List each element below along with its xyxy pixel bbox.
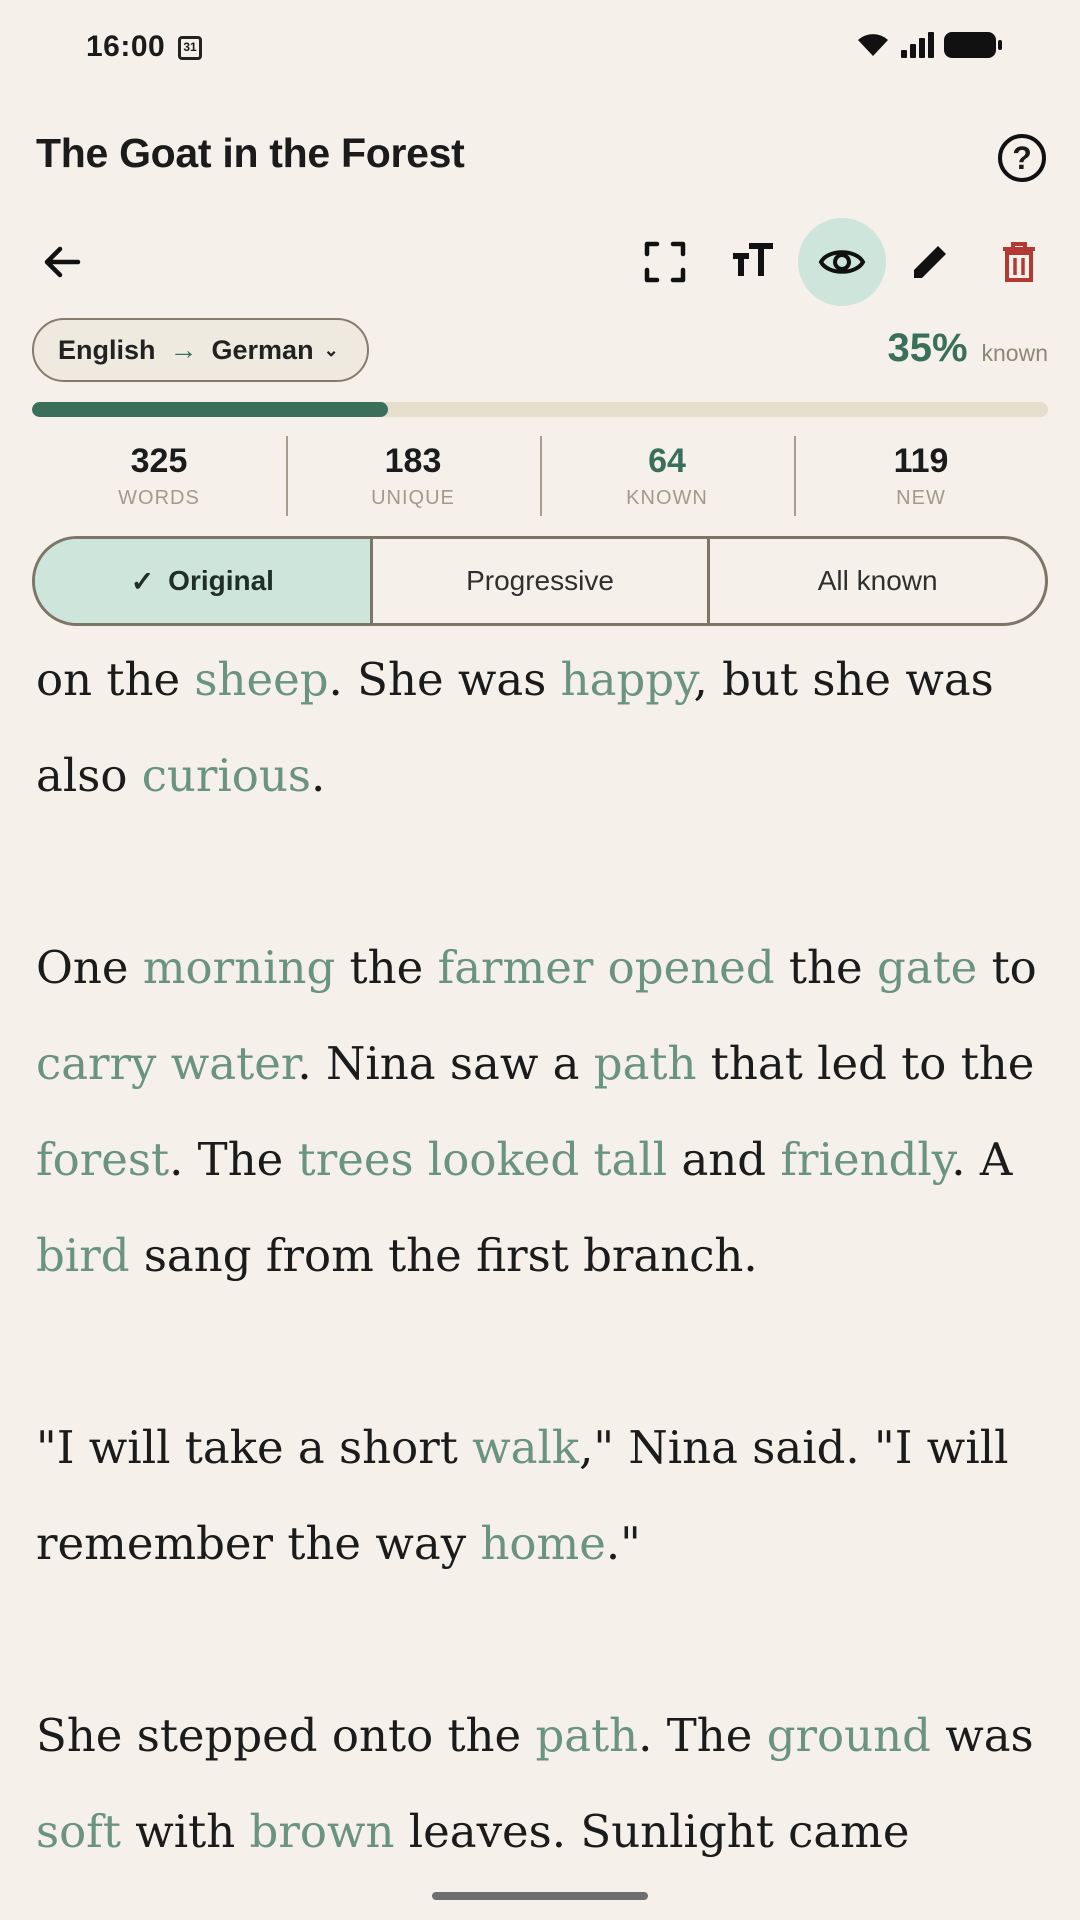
known-word[interactable]: farmer opened — [438, 941, 775, 994]
story-text-run: "I will take a short — [36, 1421, 473, 1474]
story-text-run: was — [930, 1709, 1034, 1762]
story-text-run: . She was — [328, 653, 561, 706]
known-word[interactable]: morning — [143, 941, 335, 994]
word-stats: 325 WORDS 183 UNIQUE 64 KNOWN 119 NEW — [32, 436, 1048, 516]
known-word[interactable]: gate — [877, 941, 977, 994]
known-word[interactable]: sheep — [194, 653, 328, 706]
back-arrow-icon[interactable] — [38, 238, 86, 286]
story-text-run: One — [36, 941, 143, 994]
calendar-icon: 31 — [178, 36, 202, 60]
known-percentage: 35% known — [887, 326, 1048, 371]
gesture-bar[interactable] — [432, 1892, 648, 1900]
stat-unique: 183 UNIQUE — [286, 436, 540, 516]
text-size-icon — [733, 243, 773, 276]
known-progress-bar — [32, 402, 1048, 417]
stat-known-value: 64 — [648, 442, 686, 480]
known-percent-value: 35% — [887, 326, 968, 370]
known-word[interactable]: friendly — [780, 1133, 951, 1186]
known-word[interactable]: ground — [767, 1709, 931, 1762]
known-word[interactable]: carry water — [36, 1037, 297, 1090]
stat-unique-label: UNIQUE — [371, 487, 455, 509]
known-word[interactable]: walk — [472, 1421, 579, 1474]
stat-new: 119 NEW — [794, 436, 1048, 516]
story-text-run: the — [335, 941, 438, 994]
text-size-button[interactable] — [709, 218, 797, 306]
known-progress-fill — [32, 402, 388, 417]
mode-all-known-button[interactable]: All known — [707, 539, 1045, 623]
story-text-run: sang from the first branch. — [129, 1229, 758, 1282]
system-icons — [856, 32, 1002, 58]
reading-mode-selector: ✓ Original Progressive All known — [32, 536, 1048, 626]
stat-known: 64 KNOWN — [540, 436, 794, 516]
story-text-run: . A — [951, 1133, 1013, 1186]
story-paragraph: She stepped onto the path. The ground wa… — [36, 1688, 1046, 1872]
eye-icon — [818, 250, 866, 274]
story-text-run: with — [120, 1805, 250, 1858]
story-text-run: and — [667, 1133, 781, 1186]
story-text-run: . Nina saw a — [297, 1037, 594, 1090]
source-language: English — [58, 334, 156, 365]
mode-all-known-label: All known — [817, 565, 938, 596]
fullscreen-icon — [644, 241, 686, 283]
mode-progressive-button[interactable]: Progressive — [369, 539, 708, 623]
target-language: German — [211, 334, 314, 365]
visibility-toggle-button[interactable] — [798, 218, 886, 306]
story-paragraph: One morning the farmer opened the gate t… — [36, 920, 1046, 1304]
delete-button[interactable] — [975, 218, 1063, 306]
battery-icon — [944, 32, 1002, 58]
stat-words: 325 WORDS — [32, 436, 286, 516]
story-text-run: . — [310, 749, 326, 802]
language-pair-dropdown[interactable]: English → German ⌄ — [32, 318, 369, 382]
story-text-run: that led to the — [696, 1037, 1035, 1090]
story-text-run: She stepped onto the — [36, 1709, 536, 1762]
story-text-run: on the — [36, 653, 195, 706]
story-text-run: the — [774, 941, 877, 994]
stat-new-value: 119 — [893, 442, 949, 480]
story-paragraph: on the sheep. She was happy, but she was… — [36, 632, 1046, 824]
fullscreen-button[interactable] — [621, 218, 709, 306]
edit-button[interactable] — [886, 218, 974, 306]
help-icon[interactable]: ? — [998, 134, 1046, 182]
mode-original-label: Original — [168, 565, 274, 596]
story-text-run: . The — [638, 1709, 767, 1762]
story-paragraph: "I will take a short walk," Nina said. "… — [36, 1400, 1046, 1592]
story-text-run: ." — [605, 1517, 641, 1570]
stat-words-value: 325 — [130, 442, 188, 480]
known-word[interactable]: home — [480, 1517, 605, 1570]
known-word[interactable]: forest — [36, 1133, 169, 1186]
known-word[interactable]: happy — [561, 653, 694, 706]
known-word[interactable]: brown — [250, 1805, 395, 1858]
delete-trash-icon — [1003, 242, 1035, 282]
chevron-down-icon: ⌄ — [323, 339, 339, 360]
check-icon: ✓ — [130, 565, 155, 597]
story-text-run: leaves. Sunlight came — [394, 1805, 910, 1858]
signal-icon — [901, 32, 934, 58]
stat-unique-value: 183 — [384, 442, 442, 480]
wifi-icon — [858, 34, 888, 56]
edit-pencil-icon — [914, 246, 946, 278]
known-word[interactable]: trees looked tall — [298, 1133, 668, 1186]
story-text: on the sheep. She was happy, but she was… — [36, 632, 1046, 1872]
stat-new-label: NEW — [896, 487, 946, 509]
known-percent-label: known — [981, 340, 1048, 366]
page-title: The Goat in the Forest — [36, 130, 465, 176]
known-word[interactable]: soft — [36, 1805, 121, 1858]
story-text-run: to — [977, 941, 1037, 994]
mode-progressive-label: Progressive — [466, 565, 614, 596]
status-bar: 16:00 31 — [0, 0, 1080, 100]
stat-known-label: KNOWN — [626, 487, 708, 509]
known-word[interactable]: path — [594, 1037, 697, 1090]
mode-original-button[interactable]: ✓ Original — [35, 539, 370, 623]
stat-words-label: WORDS — [118, 487, 200, 509]
status-time: 16:00 — [86, 30, 166, 63]
known-word[interactable]: bird — [36, 1229, 130, 1282]
known-word[interactable]: curious — [142, 749, 311, 802]
story-text-run: . The — [169, 1133, 298, 1186]
arrow-right-icon: → — [169, 334, 198, 365]
known-word[interactable]: path — [535, 1709, 638, 1762]
